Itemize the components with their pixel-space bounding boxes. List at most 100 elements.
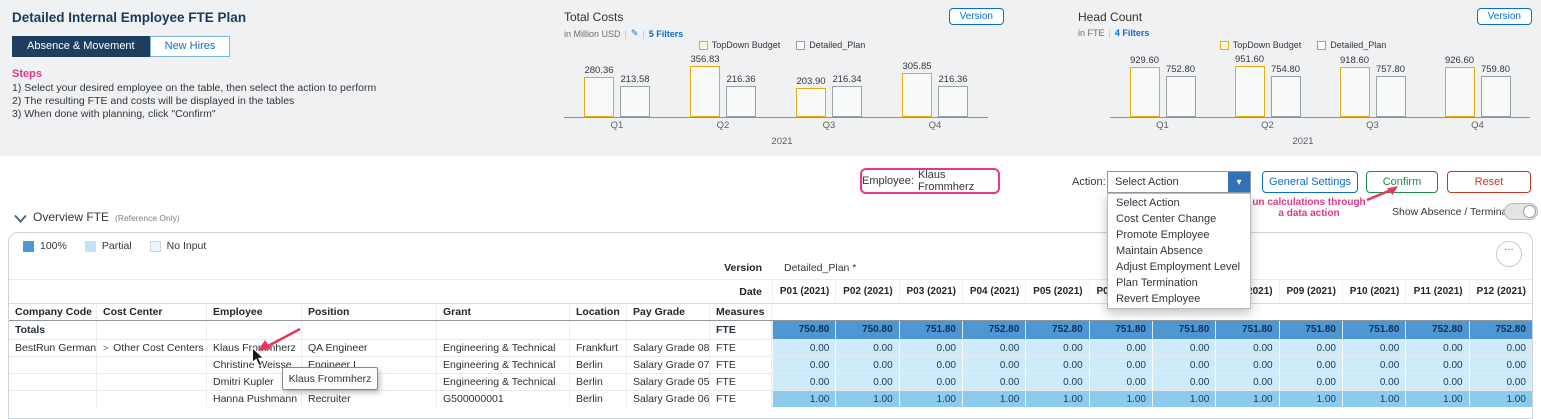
value-cell[interactable]: 0.00	[1341, 340, 1406, 356]
column-header-company-code[interactable]: Company Code	[9, 304, 97, 320]
bar-detailed-plan[interactable]	[938, 85, 968, 117]
action-option-adjust-employment-level[interactable]: Adjust Employment Level	[1108, 259, 1250, 275]
value-cell[interactable]: 0.00	[961, 374, 1026, 390]
value-cell[interactable]: 0.00	[835, 340, 899, 356]
value-cell[interactable]: 0.00	[961, 340, 1026, 356]
bar-topdown-budget[interactable]	[1444, 66, 1475, 117]
value-cell[interactable]: 0.00	[1405, 357, 1469, 373]
value-cell[interactable]: 1.00	[1468, 391, 1532, 407]
value-cell[interactable]: 0.00	[1088, 374, 1152, 390]
value-cell[interactable]: 1.00	[1278, 391, 1342, 407]
version-value[interactable]: Detailed_Plan *	[772, 257, 856, 279]
value-cell[interactable]: 0.00	[1215, 374, 1279, 390]
value-cell[interactable]: 1.00	[961, 391, 1026, 407]
period-header-p05-2021[interactable]: P05 (2021)	[1025, 280, 1088, 303]
value-cell[interactable]: 0.00	[961, 357, 1026, 373]
bar-topdown-budget[interactable]	[1129, 66, 1160, 117]
column-header-grant[interactable]: Grant	[437, 304, 570, 320]
action-option-promote-employee[interactable]: Promote Employee	[1108, 227, 1250, 243]
action-option-revert-employee[interactable]: Revert Employee	[1108, 291, 1250, 307]
period-header-p11-2021[interactable]: P11 (2021)	[1405, 280, 1468, 303]
action-option-plan-termination[interactable]: Plan Termination	[1108, 275, 1250, 291]
value-cell[interactable]: 1.00	[898, 391, 962, 407]
value-cell[interactable]: 0.00	[1025, 374, 1089, 390]
edit-tools-icon[interactable]: ✎	[631, 28, 639, 39]
value-cell[interactable]: 0.00	[1405, 374, 1469, 390]
column-header-cost-center[interactable]: Cost Center	[97, 304, 207, 320]
value-cell[interactable]: 0.00	[898, 357, 962, 373]
value-cell[interactable]: 0.00	[898, 340, 962, 356]
column-header-position[interactable]: Position	[302, 304, 437, 320]
value-cell[interactable]: 0.00	[1468, 340, 1532, 356]
bar-detailed-plan[interactable]	[1375, 76, 1406, 117]
bar-detailed-plan[interactable]	[620, 86, 650, 117]
value-cell[interactable]: 1.00	[1405, 391, 1469, 407]
bar-topdown-budget[interactable]	[902, 72, 932, 117]
bar-detailed-plan[interactable]	[1480, 75, 1511, 117]
collapse-chevron-icon[interactable]	[14, 214, 27, 223]
bar-detailed-plan[interactable]	[1165, 76, 1196, 117]
value-cell[interactable]: 0.00	[772, 374, 836, 390]
value-cell[interactable]: 0.00	[1151, 374, 1216, 390]
value-cell[interactable]: 1.00	[1341, 391, 1406, 407]
value-cell[interactable]: 0.00	[1215, 357, 1279, 373]
bar-topdown-budget[interactable]	[1339, 67, 1370, 117]
value-cell[interactable]: 0.00	[1278, 374, 1342, 390]
value-cell[interactable]: 0.00	[1341, 357, 1406, 373]
value-cell[interactable]: 0.00	[1468, 374, 1532, 390]
value-cell[interactable]: 0.00	[772, 357, 836, 373]
value-cell[interactable]: 0.00	[1278, 357, 1342, 373]
value-cell[interactable]: 0.00	[898, 374, 962, 390]
action-option-cost-center-change[interactable]: Cost Center Change	[1108, 211, 1250, 227]
action-option-maintain-absence[interactable]: Maintain Absence	[1108, 243, 1250, 259]
chevron-down-icon[interactable]: ▾	[1228, 172, 1250, 192]
column-header-measures[interactable]: Measures	[710, 304, 772, 320]
value-cell[interactable]: 1.00	[1025, 391, 1089, 407]
version-button[interactable]: Version	[948, 8, 1004, 25]
value-cell[interactable]: 0.00	[835, 374, 899, 390]
value-cell[interactable]: 1.00	[772, 391, 836, 407]
period-header-p10-2021[interactable]: P10 (2021)	[1341, 280, 1405, 303]
bar-detailed-plan[interactable]	[726, 85, 756, 117]
value-cell[interactable]: 0.00	[1088, 340, 1152, 356]
value-cell[interactable]: 1.00	[1215, 391, 1279, 407]
reset-button[interactable]: Reset	[1447, 171, 1531, 193]
bar-detailed-plan[interactable]	[1270, 76, 1301, 117]
period-header-p03-2021[interactable]: P03 (2021)	[898, 280, 962, 303]
action-option-select-action[interactable]: Select Action	[1108, 195, 1250, 211]
version-button[interactable]: Version	[1476, 8, 1532, 25]
general-settings-button[interactable]: General Settings	[1262, 171, 1358, 193]
value-cell[interactable]: 0.00	[1405, 340, 1469, 356]
value-cell[interactable]: 0.00	[1278, 340, 1342, 356]
value-cell[interactable]: 0.00	[1025, 340, 1089, 356]
value-cell[interactable]: 0.00	[1341, 374, 1406, 390]
period-header-p04-2021[interactable]: P04 (2021)	[961, 280, 1025, 303]
tab-new-hires[interactable]: New Hires	[149, 36, 231, 57]
more-options-button[interactable]: ...	[1496, 241, 1522, 267]
bar-topdown-budget[interactable]	[690, 65, 720, 117]
value-cell[interactable]: 1.00	[835, 391, 899, 407]
value-cell[interactable]: 1.00	[1151, 391, 1216, 407]
period-header-p02-2021[interactable]: P02 (2021)	[835, 280, 898, 303]
cell-employee[interactable]: Hanna Pushmann	[207, 391, 302, 407]
tab-absence-movement[interactable]: Absence & Movement	[12, 36, 150, 57]
filters-link[interactable]: 5 Filters	[649, 29, 684, 39]
bar-topdown-budget[interactable]	[584, 76, 614, 117]
period-header-p09-2021[interactable]: P09 (2021)	[1278, 280, 1342, 303]
filters-link[interactable]: 4 Filters	[1115, 28, 1150, 38]
column-header-location[interactable]: Location	[570, 304, 627, 320]
value-cell[interactable]: 0.00	[772, 340, 836, 356]
value-cell[interactable]: 0.00	[1468, 357, 1532, 373]
period-header-p12-2021[interactable]: P12 (2021)	[1468, 280, 1532, 303]
value-cell[interactable]: 0.00	[1151, 357, 1216, 373]
show-absence-toggle[interactable]	[1504, 203, 1538, 220]
period-header-p01-2021[interactable]: P01 (2021)	[772, 280, 835, 303]
bar-topdown-budget[interactable]	[1234, 65, 1265, 117]
bar-detailed-plan[interactable]	[832, 85, 862, 117]
cost-center-expand-icon[interactable]: >	[103, 343, 108, 353]
value-cell[interactable]: 1.00	[1088, 391, 1152, 407]
column-header-pay-grade[interactable]: Pay Grade	[627, 304, 710, 320]
column-header-employee[interactable]: Employee	[207, 304, 302, 320]
value-cell[interactable]: 0.00	[1215, 340, 1279, 356]
value-cell[interactable]: 0.00	[835, 357, 899, 373]
